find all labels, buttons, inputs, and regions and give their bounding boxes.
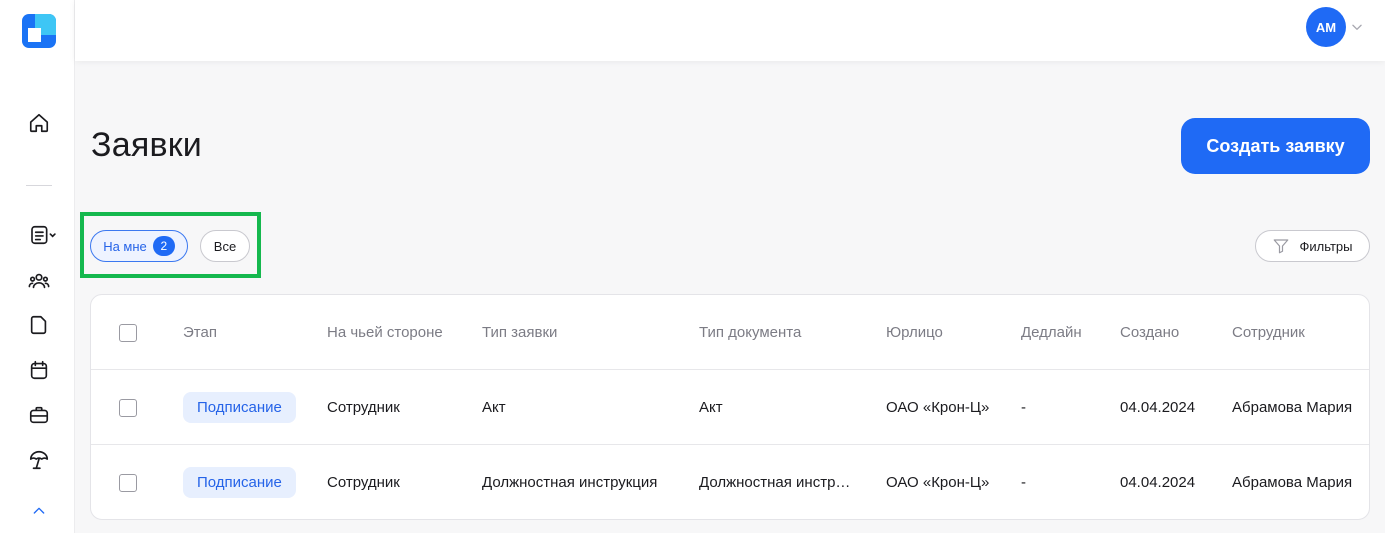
calendar-icon[interactable]: [26, 357, 52, 383]
column-header-stage[interactable]: Этап: [183, 295, 217, 370]
table-row[interactable]: Подписание Сотрудник Должностная инструк…: [91, 445, 1369, 519]
cell-entity: ОАО «Крон-Ц»: [886, 474, 990, 491]
cell-doc-type: Должностная инстр…: [699, 474, 851, 491]
users-icon[interactable]: [26, 268, 52, 294]
cell-side: Сотрудник: [327, 474, 400, 491]
stage-badge[interactable]: Подписание: [183, 392, 296, 423]
column-header-side[interactable]: На чьей стороне: [327, 295, 443, 370]
avatar[interactable]: АМ: [1306, 7, 1346, 47]
home-icon[interactable]: [26, 110, 52, 136]
chevron-up-icon[interactable]: [26, 498, 52, 524]
tab-on-me[interactable]: На мне 2: [90, 230, 188, 262]
column-header-entity[interactable]: Юрлицо: [886, 295, 943, 370]
page-title: Заявки: [91, 126, 202, 164]
chevron-down-icon[interactable]: [1350, 20, 1364, 34]
file-icon[interactable]: [26, 312, 52, 338]
cell-entity: ОАО «Крон-Ц»: [886, 399, 990, 416]
tab-on-me-count-badge: 2: [152, 236, 175, 256]
filters-button-label: Фильтры: [1299, 238, 1353, 254]
column-header-created[interactable]: Создано: [1120, 295, 1179, 370]
requests-table: Этап На чьей стороне Тип заявки Тип доку…: [90, 294, 1370, 520]
cell-request-type: Должностная инструкция: [482, 474, 658, 491]
column-header-doc-type[interactable]: Тип документа: [699, 295, 801, 370]
row-checkbox[interactable]: [119, 473, 137, 492]
create-request-button[interactable]: Создать заявку: [1181, 118, 1370, 174]
app-logo[interactable]: [22, 14, 56, 48]
cell-request-type: Акт: [482, 399, 506, 416]
cell-deadline: -: [1021, 474, 1026, 491]
table-row[interactable]: Подписание Сотрудник Акт Акт ОАО «Крон-Ц…: [91, 370, 1369, 445]
column-header-request-type[interactable]: Тип заявки: [482, 295, 557, 370]
tab-on-me-label: На мне: [103, 238, 147, 254]
stage-badge[interactable]: Подписание: [183, 467, 296, 498]
cell-side: Сотрудник: [327, 399, 400, 416]
tab-all[interactable]: Все: [200, 230, 250, 262]
cell-employee: Абрамова Мария: [1232, 399, 1353, 416]
table-header-row: Этап На чьей стороне Тип заявки Тип доку…: [91, 295, 1369, 370]
filters-button[interactable]: Фильтры: [1255, 230, 1370, 262]
filter-icon: [1274, 239, 1289, 254]
sidebar-divider: [26, 185, 52, 186]
column-header-deadline[interactable]: Дедлайн: [1021, 295, 1082, 370]
cell-created: 04.04.2024: [1120, 474, 1196, 491]
umbrella-icon[interactable]: [26, 447, 52, 473]
sidebar: [0, 0, 75, 533]
cell-created: 04.04.2024: [1120, 399, 1196, 416]
column-header-employee[interactable]: Сотрудник: [1232, 295, 1305, 370]
briefcase-icon[interactable]: [26, 402, 52, 428]
cell-doc-type: Акт: [699, 399, 723, 416]
top-bar: [75, 0, 1385, 61]
document-list-icon[interactable]: [26, 222, 60, 248]
cell-deadline: -: [1021, 399, 1026, 416]
row-checkbox[interactable]: [119, 398, 137, 417]
cell-employee: Абрамова Мария: [1232, 474, 1353, 491]
select-all-checkbox[interactable]: [119, 323, 137, 342]
